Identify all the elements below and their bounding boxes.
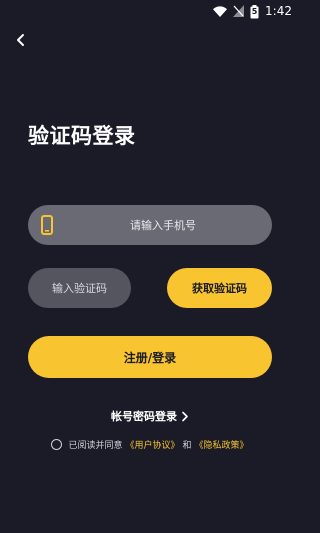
status-icons: 5 1:42 <box>213 3 292 19</box>
agreement-checkbox[interactable] <box>51 438 63 450</box>
battery-level-text: 5 <box>251 7 258 16</box>
page-title: 验证码登录 <box>28 124 136 148</box>
status-bar: 5 1:42 <box>0 0 300 22</box>
agreement-prefix: 已阅读并同意 <box>68 440 123 451</box>
agreement-conjunction: 和 <box>182 440 192 451</box>
privacy-policy-link[interactable]: 《隐私政策》 <box>195 438 249 451</box>
agreement-row: 已阅读并同意 《用户协议》 和 《隐私政策》 <box>0 436 300 452</box>
verification-code-field[interactable] <box>28 268 131 308</box>
register-login-button[interactable]: 注册/登录 <box>28 336 272 378</box>
password-login-label: 帐号密码登录 <box>111 410 177 423</box>
password-login-link[interactable]: 帐号密码登录 <box>0 407 300 425</box>
back-button[interactable] <box>10 30 32 52</box>
no-signal-icon <box>233 2 245 21</box>
phone-field[interactable] <box>28 205 272 245</box>
status-time: 1:42 <box>265 4 292 18</box>
chevron-right-icon <box>181 407 189 426</box>
verification-code-input[interactable] <box>28 268 131 308</box>
wifi-icon <box>213 2 228 21</box>
phone-icon <box>41 215 53 235</box>
get-code-button[interactable]: 获取验证码 <box>167 268 272 308</box>
chevron-left-icon <box>15 32 27 51</box>
battery-icon: 5 <box>250 4 259 19</box>
user-agreement-link[interactable]: 《用户协议》 <box>125 438 179 451</box>
phone-input[interactable] <box>68 205 258 245</box>
